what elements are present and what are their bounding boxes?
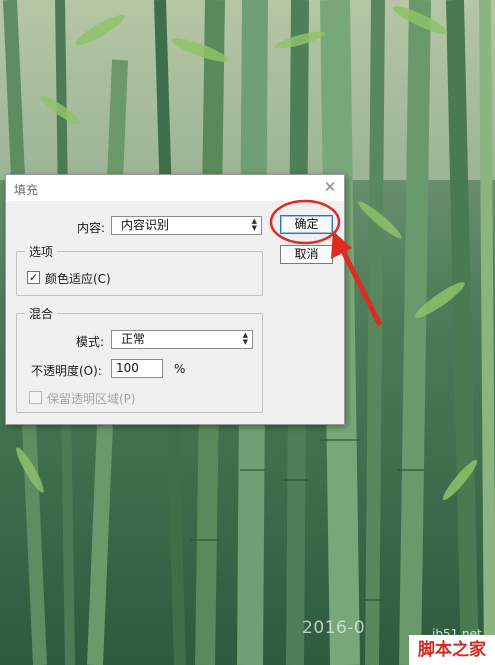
watermark-logo: 脚本之家 [409, 635, 495, 665]
color-adapt-checkbox[interactable]: ✓ [27, 271, 40, 284]
cancel-button[interactable]: 取消 [280, 245, 333, 264]
content-select-value: 内容识别 [121, 218, 170, 232]
select-arrows-icon: ▲ ▼ [251, 217, 257, 232]
dialog-titlebar[interactable]: 填充 ✕ [6, 175, 344, 201]
blending-group: 混合 模式: 正常 ▲ ▼ 不透明度(O): 100 % 保留透明区域(P) [16, 305, 263, 413]
photo-date-stamp: 2016-0 [302, 618, 366, 638]
preserve-transparency-label: 保留透明区域(P) [47, 392, 136, 406]
mode-select-value: 正常 [121, 332, 146, 346]
preserve-transparency-checkbox[interactable] [29, 391, 42, 404]
dialog-title: 填充 [14, 183, 39, 197]
select-arrows-icon: ▲ ▼ [242, 331, 248, 346]
opacity-unit: % [174, 362, 186, 376]
options-group: 选项 ✓ 颜色适应(C) [16, 243, 263, 296]
blending-group-title: 混合 [25, 305, 58, 322]
mode-label: 模式: [76, 335, 105, 349]
options-group-title: 选项 [25, 243, 58, 260]
color-adapt-label: 颜色适应(C) [45, 272, 111, 286]
content-label: 内容: [77, 221, 106, 235]
content-select[interactable]: 内容识别 ▲ ▼ [111, 216, 262, 235]
opacity-input[interactable]: 100 [111, 359, 163, 378]
opacity-label: 不透明度(O): [31, 364, 102, 378]
mode-select[interactable]: 正常 ▲ ▼ [111, 330, 253, 349]
ok-button[interactable]: 确定 [280, 215, 333, 234]
fill-dialog: 填充 ✕ 内容: 内容识别 ▲ ▼ 确定 取消 选项 ✓ 颜色适应(C) 混合 模… [5, 174, 345, 425]
close-icon[interactable]: ✕ [322, 179, 338, 195]
